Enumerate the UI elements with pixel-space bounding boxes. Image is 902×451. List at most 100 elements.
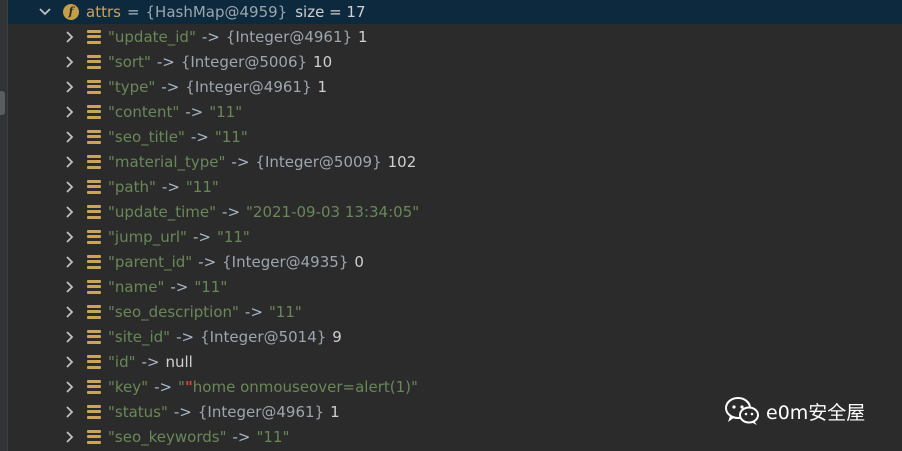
entry-value: 102 [387,152,417,171]
entry-value: "11" [268,302,302,321]
entry-arrow: -> [156,52,175,71]
chevron-right-icon[interactable] [62,204,78,220]
map-entry-icon [87,304,101,319]
map-entry-icon [87,379,101,394]
tree-row-attrs[interactable]: f attrs = {HashMap@4959} size = 17 [8,0,902,24]
watermark: e0m安全屋 [724,396,865,426]
entry-ref: {Integer@5006} [180,52,308,71]
tree-row-entry[interactable]: "site_id" -> {Integer@5014} 9 [8,324,902,349]
entry-key: "seo_title" [108,127,185,146]
equals-sign: = [126,2,140,21]
tree-row-entry[interactable]: "material_type" -> {Integer@5009} 102 [8,149,902,174]
entry-key: "material_type" [108,152,226,171]
value-injected-quote: " [184,377,193,396]
map-entry-icon [87,154,101,169]
chevron-right-icon[interactable] [62,54,78,70]
entry-key: "sort" [108,52,151,71]
entry-key: "site_id" [108,327,171,346]
variable-size: size = 17 [295,2,366,21]
entry-ref: {Integer@4961} [185,77,312,96]
chevron-right-icon[interactable] [62,129,78,145]
map-entry-icon [87,204,101,219]
entry-value: ""home onmouseover=alert(1)" [178,378,418,396]
entry-value: 1 [317,77,328,96]
entry-value: "2021-09-03 13:34:05" [246,202,420,221]
tree-row-entry[interactable]: "jump_url" -> "11" [8,224,902,249]
tree-row-entry[interactable]: "seo_title" -> "11" [8,124,902,149]
entry-arrow: -> [231,152,250,171]
entry-arrow: -> [173,402,192,421]
entry-arrow: -> [198,252,217,271]
entry-ref: {Integer@5014} [200,327,327,346]
entry-key: "seo_description" [108,302,239,321]
chevron-right-icon[interactable] [62,404,78,420]
map-entry-icon [87,104,101,119]
entry-arrow: -> [201,27,220,46]
chevron-right-icon[interactable] [62,329,78,345]
entry-key: "path" [108,177,156,196]
map-entry-icon [87,79,101,94]
entry-ref: {Integer@4961} [197,402,325,421]
map-entry-icon [87,279,101,294]
entry-key: "id" [108,352,136,371]
entry-value: "11" [209,102,243,121]
chevron-right-icon[interactable] [62,429,78,445]
entry-arrow: -> [190,127,209,146]
tree-row-entry[interactable]: "update_time" -> "2021-09-03 13:34:05" [8,199,902,224]
tree-row-entry[interactable]: "path" -> "11" [8,174,902,199]
entry-key: "key" [108,377,149,396]
entry-value: "11" [214,127,248,146]
map-entry-icon [87,254,101,269]
chevron-right-icon[interactable] [62,179,78,195]
entry-value: 10 [313,52,333,71]
tree-row-entry[interactable]: "sort" -> {Integer@5006} 10 [8,49,902,74]
chevron-right-icon[interactable] [62,379,78,395]
map-entry-icon [87,179,101,194]
entry-key: "update_id" [108,27,196,46]
value-rest: home onmouseover=alert(1)" [192,377,418,396]
tree-row-entry[interactable]: "content" -> "11" [8,99,902,124]
chevron-right-icon[interactable] [62,354,78,370]
entry-arrow: -> [222,202,241,221]
chevron-right-icon[interactable] [62,79,78,95]
entry-arrow: -> [161,177,180,196]
entry-value: "11" [194,277,228,296]
entry-arrow: -> [185,102,204,121]
entry-value: 1 [358,27,368,46]
entry-value: 1 [330,402,340,421]
chevron-right-icon[interactable] [62,279,78,295]
chevron-right-icon[interactable] [62,29,78,45]
value-open-quote: " [178,377,185,396]
entry-key: "jump_url" [108,227,187,246]
tree-row-entry[interactable]: "name" -> "11" [8,274,902,299]
chevron-right-icon[interactable] [62,304,78,320]
tree-row-entry[interactable]: "parent_id" -> {Integer@4935} 0 [8,249,902,274]
tree-row-entry[interactable]: "type" -> {Integer@4961} 1 [8,74,902,99]
gutter-scroll-marker[interactable] [0,91,5,115]
map-entry-icon [87,129,101,144]
entry-ref: {Integer@4961} [225,27,353,46]
field-icon: f [63,3,79,20]
map-entry-icon [87,229,101,244]
entry-value: "11" [256,427,290,446]
entry-key: "seo_keywords" [108,427,227,446]
chevron-right-icon[interactable] [62,104,78,120]
chevron-right-icon[interactable] [62,254,78,270]
variable-ref: {HashMap@4959} [145,2,288,21]
tree-row-entry[interactable]: "seo_keywords" -> "11" [8,424,902,449]
entry-ref: {Integer@5009} [255,152,382,171]
entry-arrow: -> [176,327,195,346]
map-entry-icon [87,329,101,344]
entry-key: "type" [108,77,156,96]
tree-row-entry[interactable]: "id" -> null [8,349,902,374]
editor-gutter [0,0,8,451]
chevron-down-icon[interactable] [37,4,53,20]
tree-row-entry[interactable]: "update_id" -> {Integer@4961} 1 [8,24,902,49]
entry-key: "status" [108,402,168,421]
map-entry-icon [87,54,101,69]
entry-arrow: -> [161,77,180,96]
chevron-right-icon[interactable] [62,154,78,170]
chevron-right-icon[interactable] [62,229,78,245]
entry-arrow: -> [154,377,173,396]
tree-row-entry[interactable]: "seo_description" -> "11" [8,299,902,324]
